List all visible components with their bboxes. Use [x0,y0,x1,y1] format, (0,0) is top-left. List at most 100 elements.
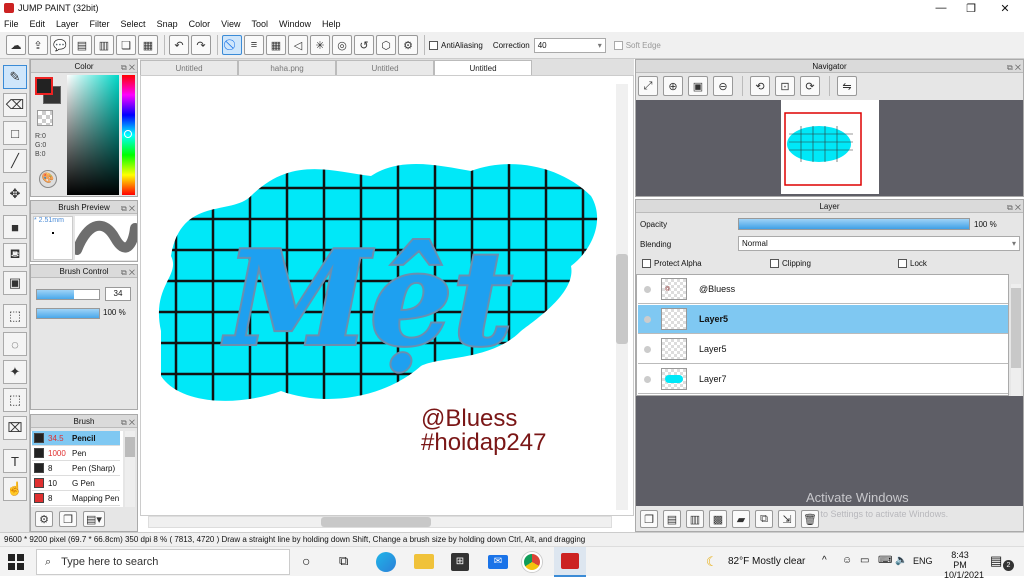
snap-curve-icon[interactable]: ↺ [354,35,374,55]
panel-buttons-icon[interactable]: ⧉ ✕ [121,266,135,279]
scroll-thumb[interactable] [125,437,135,457]
message-icon[interactable]: ▤ [72,35,92,55]
clipping-checkbox[interactable] [770,259,779,268]
edge-browser-icon[interactable] [376,552,396,572]
brush-size-slider[interactable] [36,289,100,300]
layer-row[interactable]: @ @Bluess [638,275,1008,304]
saturation-value-picker[interactable] [67,75,119,195]
new-brush-icon[interactable]: ❐ [59,511,77,527]
volume-icon[interactable]: 🔈 [895,555,907,566]
visibility-toggle-icon[interactable] [644,345,651,353]
panel-buttons-icon[interactable]: ⧉ ✕ [1007,61,1021,74]
select-eraser-icon[interactable]: ⌧ [3,416,27,440]
cortana-icon[interactable]: ○ [302,553,310,569]
file-explorer-icon[interactable] [414,554,434,569]
hand-tool-icon[interactable]: ☝ [3,477,27,501]
foreground-color-swatch[interactable] [35,77,53,95]
battery-icon[interactable]: ▭ [860,555,869,566]
jumppaint-taskbar-item[interactable] [554,547,586,577]
zoom-actual-icon[interactable]: ▣ [688,76,708,96]
brush-item[interactable]: 8 Mapping Pen [32,491,120,506]
close-button[interactable]: ✕ [990,0,1020,16]
notification-icon[interactable]: ▤ [990,553,1002,569]
menu-snap[interactable]: Snap [157,19,178,29]
panel-buttons-icon[interactable]: ⧉ ✕ [121,202,135,215]
menu-view[interactable]: View [221,19,240,29]
snap-grid-icon[interactable]: ▦ [266,35,286,55]
snap-parallel-icon[interactable]: ≡ [244,35,264,55]
zoom-fit-icon[interactable]: ⤢ [638,76,658,96]
weather-text[interactable]: 82°F Mostly clear [728,556,805,567]
document-icon[interactable]: ▥ [94,35,114,55]
drawing-canvas[interactable]: Mệt @Bluess #hoidap247 [140,75,634,516]
undo-icon[interactable]: ↶ [169,35,189,55]
visibility-toggle-icon[interactable] [644,315,651,323]
taskbar-search-box[interactable]: ⌕ Type here to search [36,549,290,575]
tray-chevron-icon[interactable]: ^ [822,555,827,566]
snap-settings-icon[interactable]: ⚙ [398,35,418,55]
scroll-thumb[interactable] [1011,288,1021,368]
menu-window[interactable]: Window [279,19,311,29]
select-pen-icon[interactable]: ⬚ [3,388,27,412]
layer-row[interactable]: Layer5 [638,335,1008,364]
visibility-toggle-icon[interactable] [644,375,651,383]
visibility-toggle-icon[interactable] [644,285,651,293]
magic-wand-icon[interactable]: ✦ [3,360,27,384]
softedge-checkbox[interactable] [613,40,623,50]
protect-alpha-checkbox[interactable] [642,259,651,268]
snap-radial-icon[interactable]: ✳ [310,35,330,55]
snap-polygon-icon[interactable]: ⬡ [376,35,396,55]
lock-checkbox[interactable] [898,259,907,268]
minimize-button[interactable]: — [926,0,956,16]
line-tool-icon[interactable]: ╱ [3,149,27,173]
new-layer-icon[interactable]: ❐ [640,510,658,528]
eraser-tool-icon[interactable]: ⌫ [3,93,27,117]
layer-opacity-slider[interactable] [738,218,970,230]
pages-grid-icon[interactable]: ▦ [138,35,158,55]
brush-item[interactable]: 1000 Pen [32,446,120,461]
menu-edit[interactable]: Edit [30,19,46,29]
brush-menu-icon[interactable]: ▤▾ [83,511,105,527]
fill-rect-tool-icon[interactable]: ■ [3,215,27,239]
blending-select[interactable]: Normal ▾ [738,236,1020,251]
panel-buttons-icon[interactable]: ⧉ ✕ [121,416,135,429]
tab-haha-png[interactable]: haha.png [238,60,336,75]
pages-icon[interactable]: ❏ [116,35,136,55]
rotate-reset-icon[interactable]: ⊡ [775,76,795,96]
panel-buttons-icon[interactable]: ⧉ ✕ [1007,201,1021,214]
layer-row[interactable]: Layer5 [638,305,1008,334]
tab-untitled-2[interactable]: Untitled [336,60,434,75]
zoom-out-icon[interactable]: ⊖ [713,76,733,96]
navigator-thumbnail[interactable] [781,100,879,194]
new-halftone-layer-icon[interactable]: ▥ [686,510,704,528]
brush-tool-icon[interactable]: ✎ [3,65,27,89]
redo-icon[interactable]: ↷ [191,35,211,55]
language-indicator[interactable]: ENG [913,556,933,566]
gradient-tool-icon[interactable]: ▣ [3,271,27,295]
menu-select[interactable]: Select [121,19,146,29]
transparent-color-swatch[interactable] [37,110,53,126]
brush-opacity-slider[interactable] [36,308,100,319]
delete-layer-icon[interactable]: 🗑 [801,510,819,528]
lasso-tool-icon[interactable]: ◌ [3,332,27,356]
comment-icon[interactable]: 💬 [50,35,70,55]
bucket-tool-icon[interactable]: ⛾ [3,243,27,267]
layer-list-scrollbar[interactable] [1011,284,1021,396]
hue-handle[interactable] [124,130,132,138]
menu-color[interactable]: Color [189,19,211,29]
maximize-button[interactable]: ❐ [956,0,986,16]
canvas-vertical-scrollbar[interactable] [616,84,628,510]
new-folder-icon[interactable]: ▰ [732,510,750,528]
tab-untitled-3[interactable]: Untitled [434,60,532,75]
panel-buttons-icon[interactable]: ⧉ ✕ [121,61,135,74]
menu-help[interactable]: Help [322,19,341,29]
shape-tool-icon[interactable]: □ [3,121,27,145]
rotate-right-icon[interactable]: ⟳ [800,76,820,96]
new-raster-layer-icon[interactable]: ▤ [663,510,681,528]
snap-off-icon[interactable]: ⃠ [222,35,242,55]
menu-layer[interactable]: Layer [56,19,79,29]
brush-item[interactable]: 10 G Pen [32,476,120,491]
tab-untitled-1[interactable]: Untitled [140,60,238,75]
select-rect-tool-icon[interactable]: ⬚ [3,304,27,328]
brush-settings-icon[interactable]: ⚙ [35,511,53,527]
